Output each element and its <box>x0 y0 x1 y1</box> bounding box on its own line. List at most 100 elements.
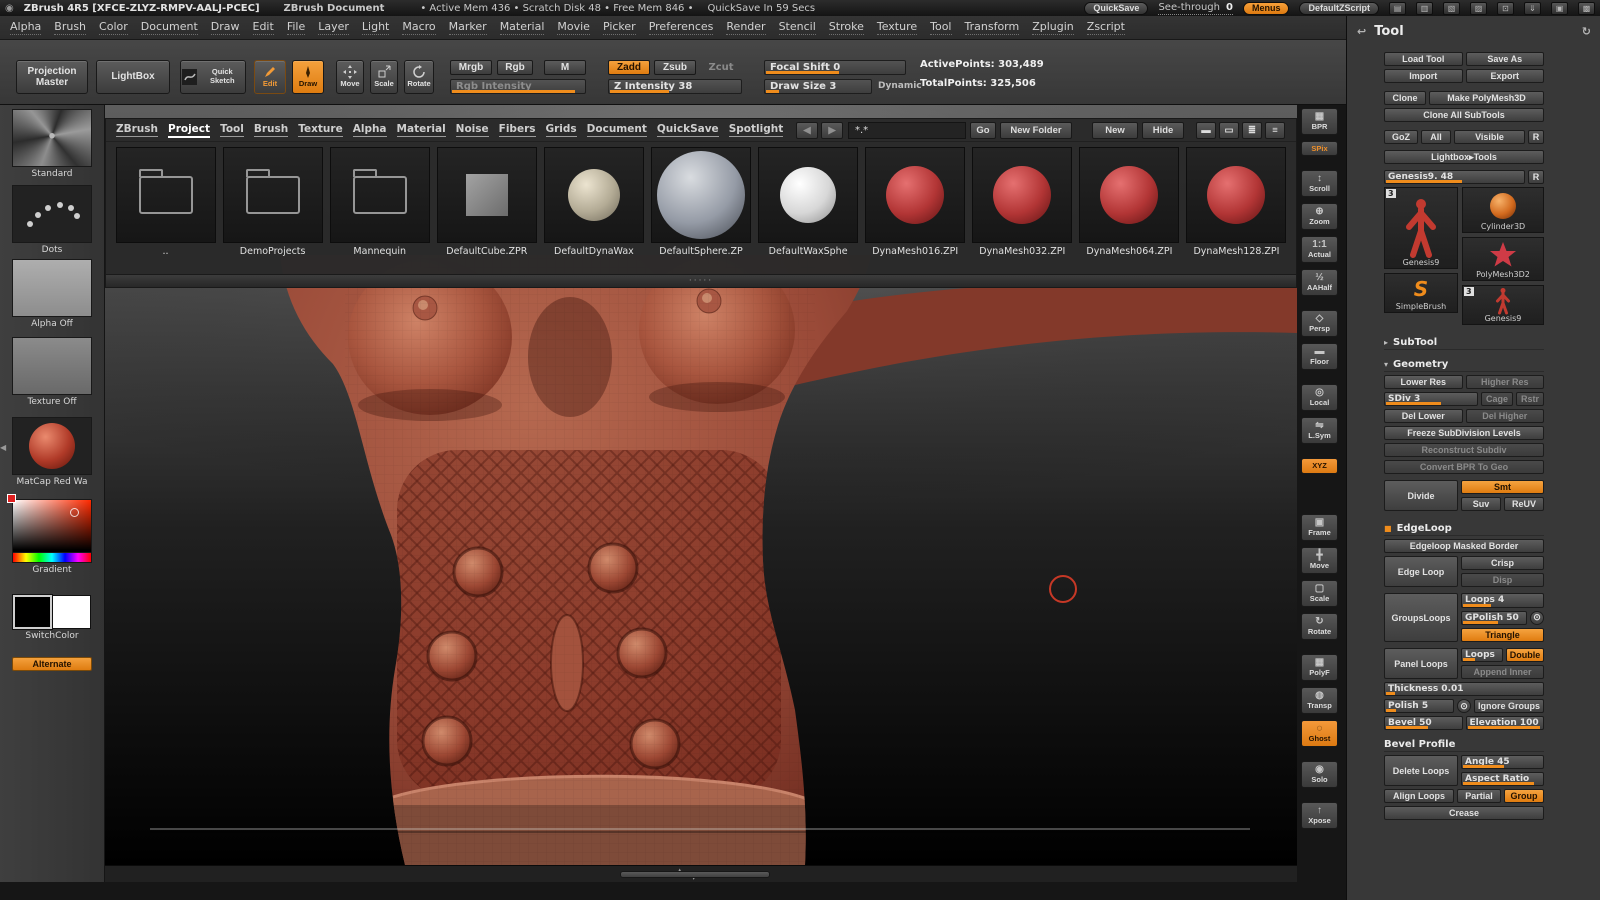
customize-icon[interactable]: ▤ <box>1389 1 1406 15</box>
current-brush[interactable]: Standard <box>12 109 92 179</box>
rgb-toggle[interactable]: Rgb <box>497 60 533 75</box>
edit-button[interactable]: Edit <box>254 60 286 94</box>
panel-loops-slider[interactable]: Loops <box>1461 648 1503 662</box>
focal-shift-slider[interactable]: Focal Shift 0 <box>764 60 906 75</box>
restore-config-icon[interactable]: ↻ <box>1582 25 1591 38</box>
move3d-button[interactable]: ╋ Move <box>1301 547 1338 574</box>
current-alpha[interactable]: Alpha Off <box>12 259 92 329</box>
see-through-slider[interactable]: See-through 0 <box>1158 2 1233 15</box>
move-button[interactable]: Move <box>336 60 364 94</box>
menu-item-zplugin[interactable]: Zplugin <box>1032 20 1074 35</box>
defaultzscript-button[interactable]: DefaultZScript <box>1299 1 1379 15</box>
lightbox-tab-project[interactable]: Project <box>168 123 211 138</box>
freeze-subdivision-button[interactable]: Freeze SubDivision Levels <box>1384 426 1544 440</box>
scrollbar-handle[interactable] <box>620 871 770 878</box>
color-picker[interactable]: Gradient <box>7 494 92 575</box>
make-polymesh3d-button[interactable]: Make PolyMesh3D <box>1429 91 1544 105</box>
current-stroke[interactable]: Dots <box>12 185 92 255</box>
copy-doc-icon[interactable]: ▧ <box>1443 1 1460 15</box>
clone-button[interactable]: Clone <box>1384 91 1426 105</box>
dock-arrow-icon[interactable]: ↩ <box>1357 25 1366 38</box>
lightbox-tab-grids[interactable]: Grids <box>545 123 577 137</box>
delete-loops-button[interactable]: Delete Loops <box>1384 755 1458 786</box>
goz-visible-button[interactable]: Visible <box>1454 130 1525 144</box>
main-color-swatch[interactable] <box>12 594 53 630</box>
switch-color[interactable]: SwitchColor <box>12 594 92 641</box>
tool-r-button[interactable]: R <box>1528 170 1544 184</box>
partial-toggle[interactable]: Partial <box>1457 789 1501 803</box>
current-material[interactable]: MatCap Red Wa <box>12 417 92 487</box>
lightbox-item-defaultsphere[interactable]: DefaultSphere.ZP <box>649 147 752 257</box>
lightbox-item-demoprojects[interactable]: DemoProjects <box>221 147 324 257</box>
zsub-toggle[interactable]: Zsub <box>654 60 696 75</box>
del-higher-button[interactable]: Del Higher <box>1465 409 1544 423</box>
lightbox-item-dynamesh016[interactable]: DynaMesh016.ZPI <box>864 147 967 257</box>
save-as-button[interactable]: Save As <box>1465 52 1544 66</box>
view-compact-icon[interactable]: ≡ <box>1265 122 1285 139</box>
reconstruct-subdiv-button[interactable]: Reconstruct Subdiv <box>1384 443 1544 457</box>
view-medium-icon[interactable]: ▭ <box>1219 122 1239 139</box>
lightbox-hide-button[interactable]: Hide <box>1142 122 1184 139</box>
tray-collapse-icon[interactable]: ◀ <box>0 443 6 452</box>
xpose-button[interactable]: ↑ Xpose <box>1301 802 1338 829</box>
menu-item-document[interactable]: Document <box>140 20 198 35</box>
polymesh3d-thumbnail[interactable]: PolyMesh3D2 <box>1462 237 1544 281</box>
scale-button[interactable]: Scale <box>370 60 398 94</box>
double-toggle[interactable]: Double <box>1506 648 1544 662</box>
polish-mode-toggle[interactable]: ⊙ <box>1457 699 1471 713</box>
xyz-button[interactable]: XYZ <box>1301 458 1338 474</box>
loops-count-slider[interactable]: Loops 4 <box>1461 593 1544 608</box>
menu-item-stencil[interactable]: Stencil <box>778 20 816 35</box>
paste-doc-icon[interactable]: ▨ <box>1470 1 1487 15</box>
del-lower-button[interactable]: Del Lower <box>1384 409 1463 423</box>
m-toggle[interactable]: M <box>544 60 586 75</box>
disp-toggle[interactable]: Disp <box>1461 573 1544 587</box>
rstr-button[interactable]: Rstr <box>1516 392 1544 406</box>
lightbox-item-dynamesh128[interactable]: DynaMesh128.ZPI <box>1185 147 1288 257</box>
zoom-button[interactable]: ⊕ Zoom <box>1301 203 1338 230</box>
geometry-section-header[interactable]: ▾ Geometry <box>1384 357 1544 372</box>
zadd-toggle[interactable]: Zadd <box>608 60 650 75</box>
active-tool-thumbnail[interactable]: 3 Genesis9 <box>1384 187 1458 269</box>
menu-item-tool[interactable]: Tool <box>930 20 952 35</box>
scroll-button[interactable]: ↕ Scroll <box>1301 170 1338 197</box>
horizontal-scrollbar[interactable]: ▲ ▼ <box>105 865 1297 882</box>
menu-item-file[interactable]: File <box>286 20 306 35</box>
lightbox-new-folder-button[interactable]: New Folder <box>1000 122 1072 139</box>
grid-icon[interactable]: ▩ <box>1578 1 1595 15</box>
subtool-section-header[interactable]: ▸ SubTool <box>1384 335 1544 350</box>
elevation-slider[interactable]: Elevation 100 <box>1465 716 1544 730</box>
menu-item-stroke[interactable]: Stroke <box>828 20 864 35</box>
menu-item-zscript[interactable]: Zscript <box>1086 20 1125 35</box>
lightbox-tab-brush[interactable]: Brush <box>253 123 289 137</box>
append-inner-toggle[interactable]: Append Inner <box>1461 665 1544 679</box>
menu-item-light[interactable]: Light <box>361 20 390 35</box>
bpr-button[interactable]: ▦ BPR <box>1301 108 1338 135</box>
edgeloop-section-header[interactable]: ■ EdgeLoop <box>1384 521 1544 536</box>
lightbox-item-defaultcube[interactable]: DefaultCube.ZPR <box>435 147 538 257</box>
group-toggle[interactable]: Group <box>1504 789 1544 803</box>
window-icon[interactable]: ▣ <box>1551 1 1568 15</box>
alternate-button[interactable]: Alternate <box>12 657 92 671</box>
bevel-slider[interactable]: Bevel 50 <box>1384 716 1463 730</box>
lightbox-button[interactable]: LightBox <box>96 60 170 94</box>
gpolish-slider[interactable]: GPolish 50 <box>1461 610 1527 625</box>
higher-res-button[interactable]: Higher Res <box>1465 375 1544 389</box>
crisp-toggle[interactable]: Crisp <box>1461 556 1544 570</box>
lightbox-tab-alpha[interactable]: Alpha <box>352 123 387 137</box>
cylinder3d-thumbnail[interactable]: Cylinder3D <box>1462 187 1544 233</box>
sdiv-slider[interactable]: SDiv 3 <box>1384 392 1478 406</box>
persp-button[interactable]: ◇ Persp <box>1301 310 1338 337</box>
menu-item-marker[interactable]: Marker <box>448 20 487 35</box>
transp-button[interactable]: ◍ Transp <box>1301 687 1338 714</box>
saturation-picker[interactable] <box>7 494 92 553</box>
zcut-toggle[interactable]: Zcut <box>700 60 742 75</box>
menu-item-render[interactable]: Render <box>726 20 766 35</box>
suv-toggle[interactable]: Suv <box>1461 497 1501 511</box>
frame-button[interactable]: ▣ Frame <box>1301 514 1338 541</box>
minimize-icon[interactable]: ⇓ <box>1524 1 1541 15</box>
lightbox-item-defaultwaxsphere[interactable]: DefaultWaxSphe <box>757 147 860 257</box>
menu-item-picker[interactable]: Picker <box>602 20 636 35</box>
lightbox-tab-quicksave[interactable]: QuickSave <box>656 123 719 137</box>
view-list-icon[interactable]: ≣ <box>1242 122 1262 139</box>
